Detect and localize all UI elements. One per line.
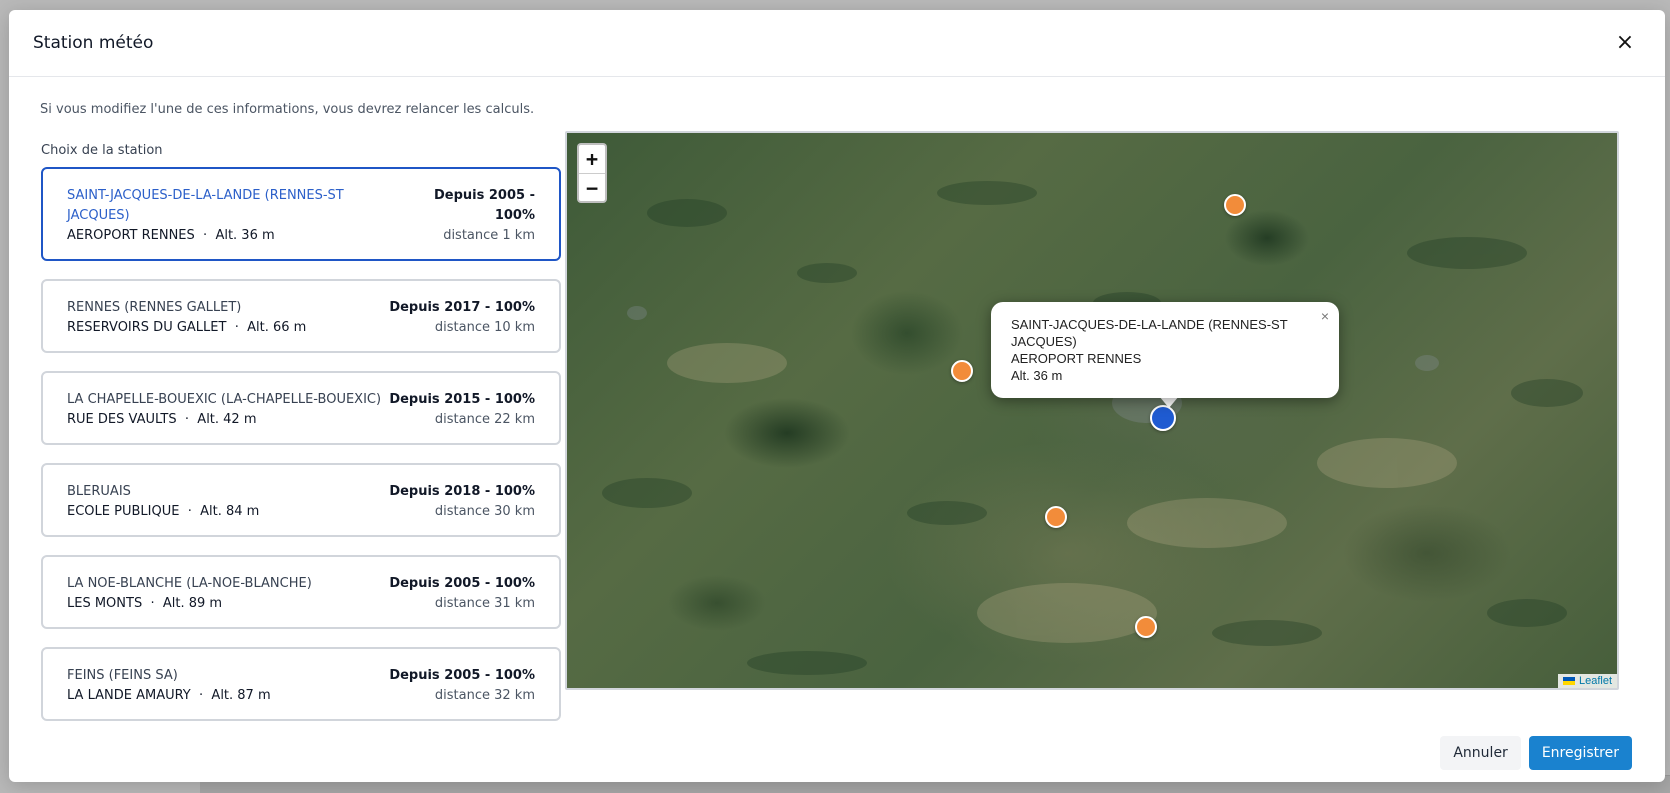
station-place: ECOLE PUBLIQUE · Alt. 84 m bbox=[67, 504, 260, 519]
station-name: LA CHAPELLE-BOUEXIC (LA-CHAPELLE-BOUEXIC… bbox=[67, 392, 382, 407]
popup-station-name: SAINT-JACQUES-DE-LA-LANDE (RENNES-ST JAC… bbox=[1011, 317, 1288, 349]
station-distance: distance 1 km bbox=[443, 228, 535, 243]
station-distance: distance 10 km bbox=[434, 320, 535, 335]
station-card[interactable]: RENNES (RENNES GALLET) RESERVOIRS DU GAL… bbox=[41, 279, 561, 353]
zoom-control: + − bbox=[577, 143, 607, 203]
station-list: SAINT-JACQUES-DE-LA-LANDE (RENNES-ST JAC… bbox=[41, 167, 561, 721]
station-since: Depuis 2015 - 100% bbox=[389, 392, 535, 407]
station-name: BLERUAIS bbox=[67, 484, 131, 499]
station-card[interactable]: SAINT-JACQUES-DE-LA-LANDE (RENNES-ST JAC… bbox=[41, 167, 561, 261]
modal-title: Station météo bbox=[33, 33, 154, 53]
save-button[interactable]: Enregistrer bbox=[1528, 736, 1632, 770]
popup-station-altitude: Alt. 36 m bbox=[1011, 368, 1063, 383]
station-distance: distance 31 km bbox=[434, 596, 535, 611]
station-distance: distance 30 km bbox=[434, 504, 535, 519]
close-icon[interactable]: × bbox=[1609, 27, 1641, 59]
modal-footer: Annuler Enregistrer bbox=[1440, 736, 1632, 770]
station-since: Depuis 2005 - 100% bbox=[434, 188, 535, 223]
station-place: LES MONTS · Alt. 89 m bbox=[67, 596, 223, 611]
station-name: LA NOE-BLANCHE (LA-NOE-BLANCHE) bbox=[67, 576, 312, 591]
recalculation-notice: Si vous modifiez l'une de ces informatio… bbox=[40, 102, 535, 117]
zoom-in-button[interactable]: + bbox=[579, 145, 605, 173]
station-card[interactable]: FEINS (FEINS SA) LA LANDE AMAURY · Alt. … bbox=[41, 647, 561, 721]
selected-station-marker[interactable] bbox=[1150, 405, 1176, 431]
station-card[interactable]: BLERUAIS ECOLE PUBLIQUE · Alt. 84 m Depu… bbox=[41, 463, 561, 537]
station-marker[interactable] bbox=[1224, 194, 1246, 216]
station-since: Depuis 2005 - 100% bbox=[389, 668, 535, 683]
station-place: RUE DES VAULTS · Alt. 42 m bbox=[67, 412, 257, 427]
station-name: FEINS (FEINS SA) bbox=[67, 668, 178, 683]
zoom-out-button[interactable]: − bbox=[579, 173, 605, 201]
station-distance: distance 22 km bbox=[434, 412, 535, 427]
station-marker[interactable] bbox=[1135, 616, 1157, 638]
station-name: RENNES (RENNES GALLET) bbox=[67, 300, 242, 315]
popup-station-place: AEROPORT RENNES bbox=[1011, 351, 1142, 366]
station-marker[interactable] bbox=[1045, 506, 1067, 528]
station-name: SAINT-JACQUES-DE-LA-LANDE (RENNES-ST JAC… bbox=[67, 188, 344, 223]
station-marker[interactable] bbox=[951, 360, 973, 382]
station-map[interactable]: + − Leaflet bbox=[565, 131, 1619, 690]
station-since: Depuis 2018 - 100% bbox=[389, 484, 535, 499]
modal-header: Station météo × bbox=[9, 10, 1665, 77]
cancel-button[interactable]: Annuler bbox=[1440, 736, 1521, 770]
station-card[interactable]: LA CHAPELLE-BOUEXIC (LA-CHAPELLE-BOUEXIC… bbox=[41, 371, 561, 445]
station-choice-label: Choix de la station bbox=[41, 143, 163, 158]
popup-close-icon[interactable]: × bbox=[1321, 308, 1329, 325]
satellite-texture bbox=[602, 181, 1583, 675]
ukraine-flag-icon bbox=[1562, 677, 1575, 685]
station-place: RESERVOIRS DU GALLET · Alt. 66 m bbox=[67, 320, 307, 335]
map-attribution[interactable]: Leaflet bbox=[1557, 674, 1617, 688]
station-distance: distance 32 km bbox=[434, 688, 535, 703]
station-since: Depuis 2005 - 100% bbox=[389, 576, 535, 591]
station-card[interactable]: LA NOE-BLANCHE (LA-NOE-BLANCHE) LES MONT… bbox=[41, 555, 561, 629]
station-popup: × SAINT-JACQUES-DE-LA-LANDE (RENNES-ST J… bbox=[991, 302, 1339, 398]
station-place: AEROPORT RENNES · Alt. 36 m bbox=[67, 228, 275, 243]
station-place: LA LANDE AMAURY · Alt. 87 m bbox=[67, 688, 271, 703]
station-since: Depuis 2017 - 100% bbox=[389, 300, 535, 315]
